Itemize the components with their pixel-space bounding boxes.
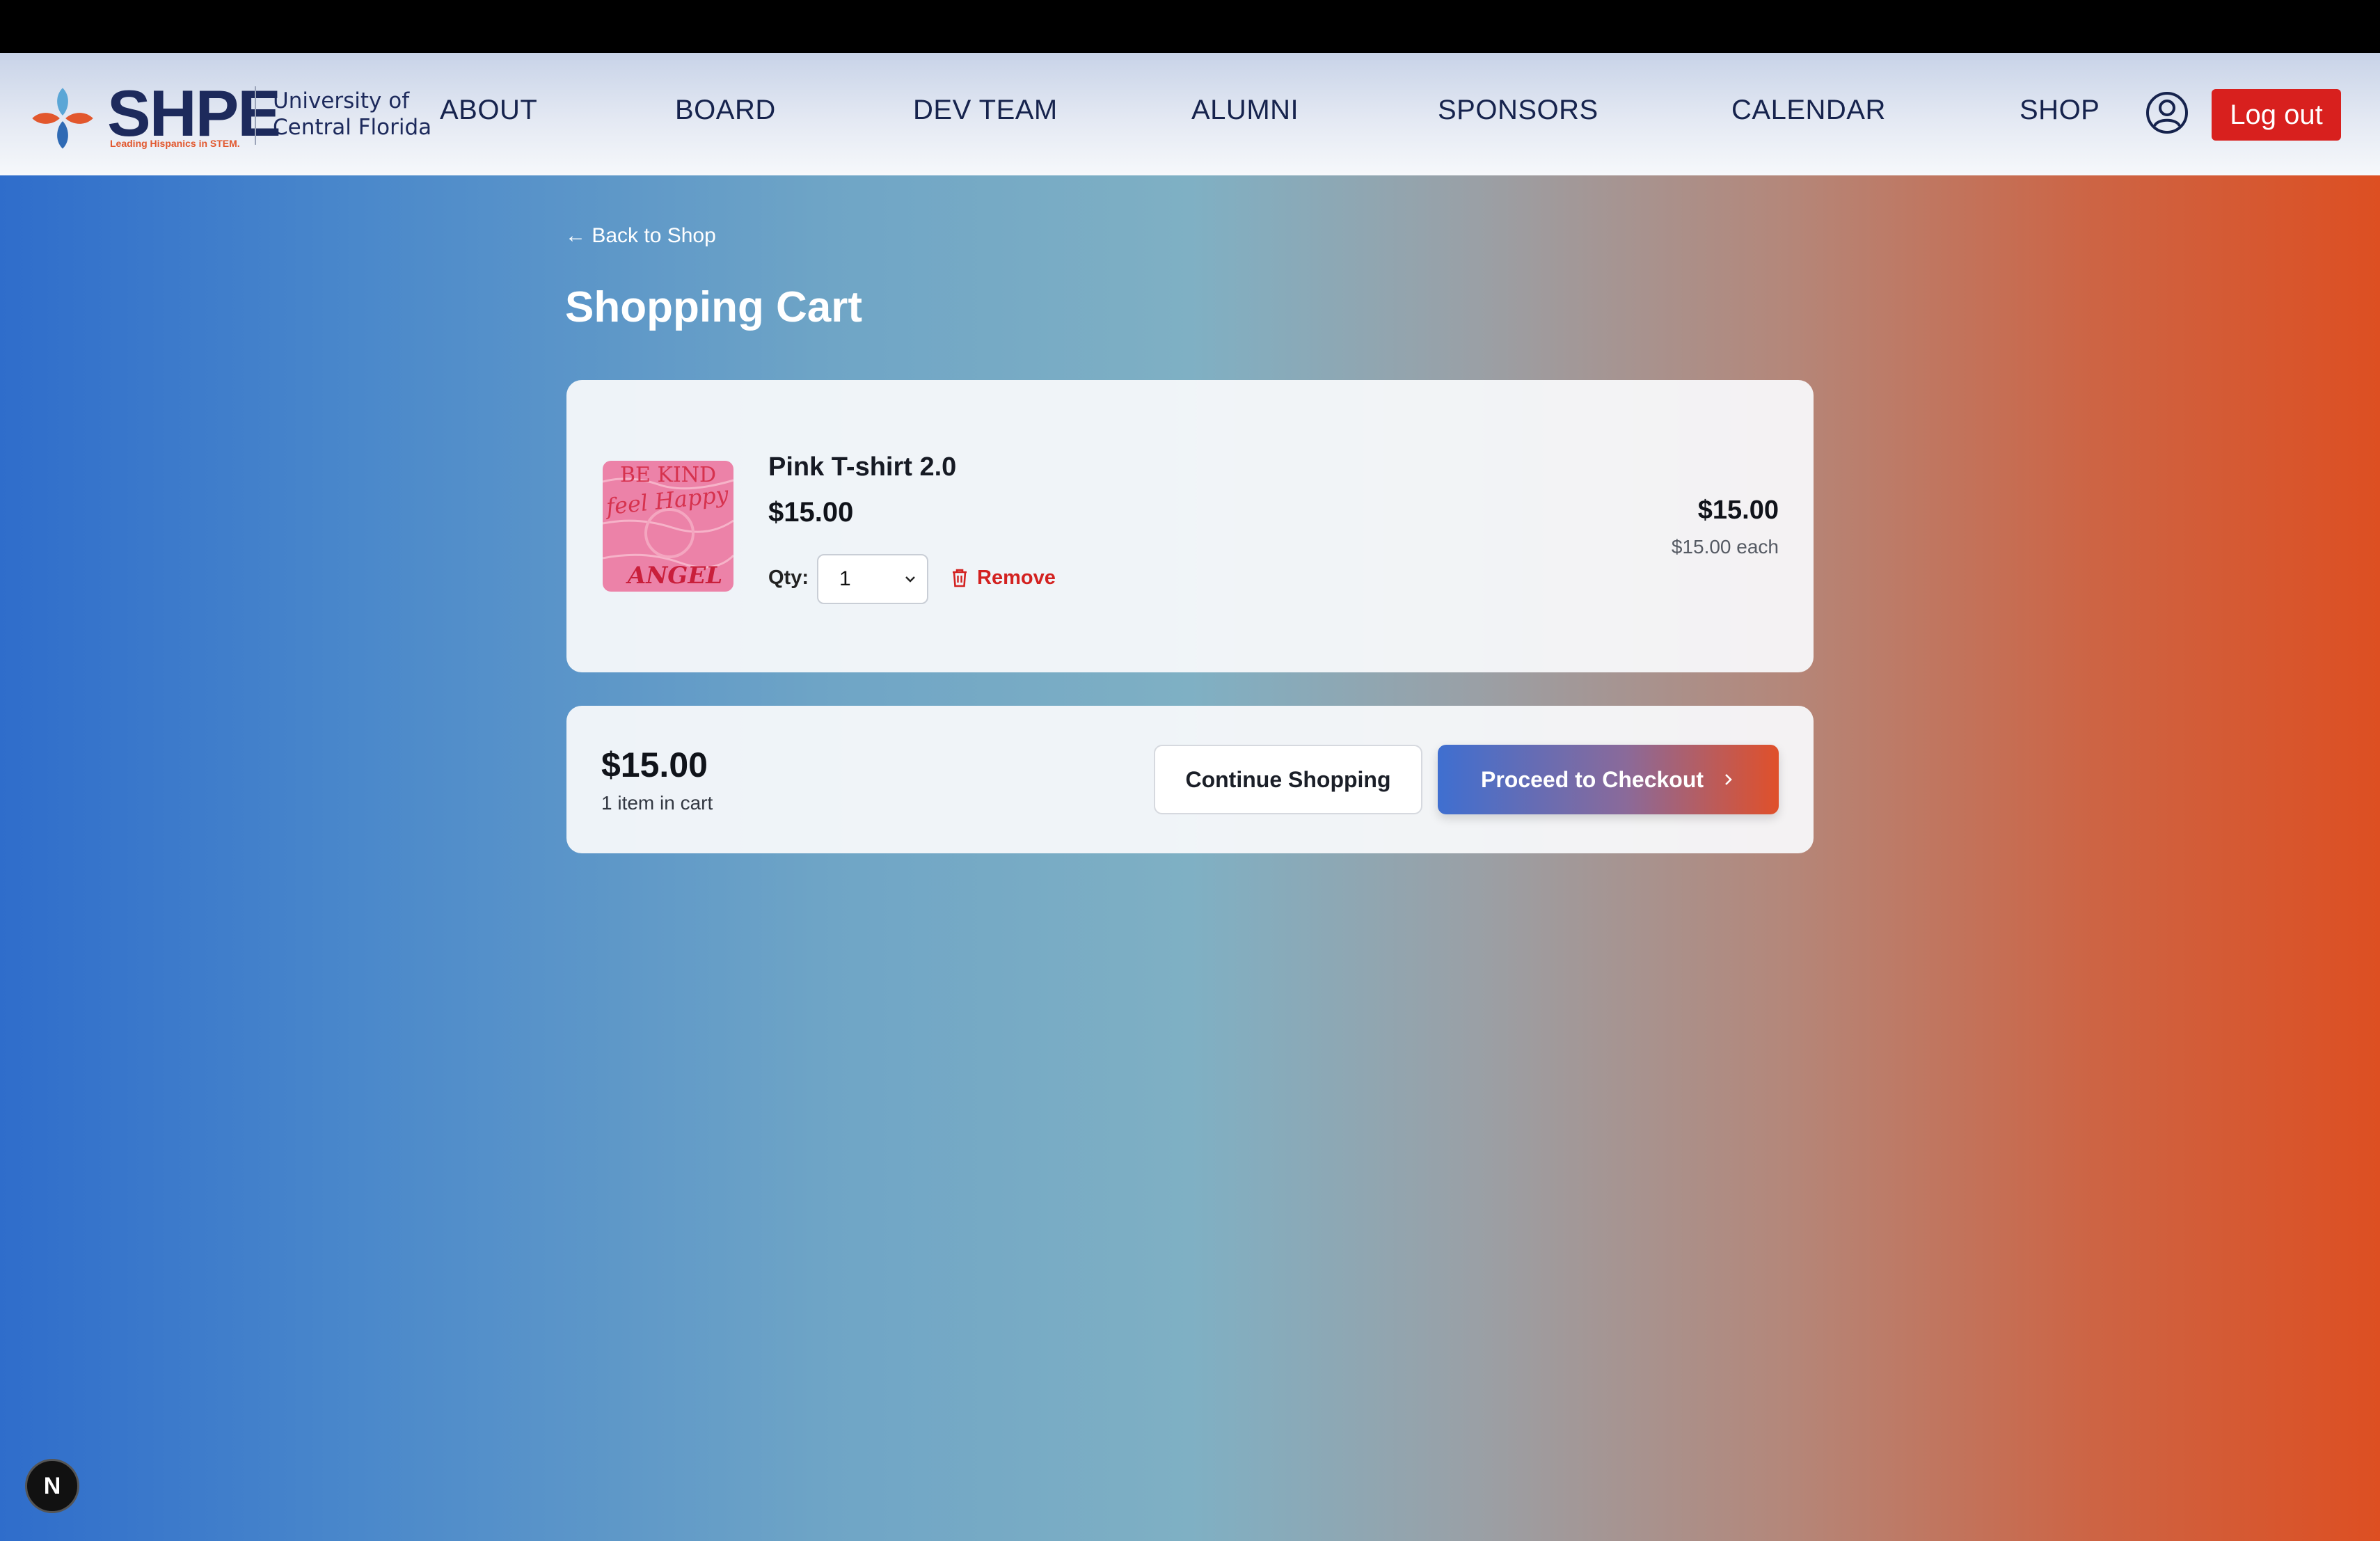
navbar: SHPE Leading Hispanics in STEM. Universi… — [0, 53, 2380, 175]
nav-link-calendar[interactable]: CALENDAR — [1731, 95, 1886, 126]
quantity-select[interactable]: 1 — [817, 554, 928, 604]
line-total: $15.00 — [1697, 496, 1779, 525]
user-circle-icon[interactable] — [2145, 90, 2189, 135]
product-price: $15.00 — [768, 497, 854, 528]
product-thumbnail[interactable]: BE KIND feel Happy ANGEL — [603, 461, 733, 592]
product-name[interactable]: Pink T-shirt 2.0 — [768, 452, 956, 482]
continue-shopping-button[interactable]: Continue Shopping — [1154, 745, 1422, 814]
nav-link-board[interactable]: BOARD — [675, 95, 776, 126]
cart-total: $15.00 — [601, 745, 708, 784]
thumbnail-text-bottom: ANGEL — [626, 562, 722, 590]
remove-label: Remove — [977, 566, 1056, 589]
logo-university-line2: Central Florida — [273, 115, 432, 140]
logo-tagline: Leading Hispanics in STEM. — [110, 138, 240, 149]
chevron-right-icon — [1725, 774, 1732, 785]
page-title: Shopping Cart — [565, 283, 863, 331]
shpe-logo[interactable]: SHPE Leading Hispanics in STEM. Universi… — [26, 77, 431, 150]
unit-price: $15.00 each — [1671, 536, 1779, 558]
proceed-to-checkout-button[interactable]: Proceed to Checkout — [1438, 745, 1779, 814]
chevron-down-icon — [905, 576, 915, 583]
trash-icon — [953, 569, 967, 587]
browser-top-bar — [0, 0, 2380, 53]
nav-link-sponsors[interactable]: SPONSORS — [1438, 95, 1598, 126]
back-to-shop-link[interactable]: ← Back to Shop — [565, 224, 716, 248]
quantity-label: Qty: — [768, 567, 809, 589]
nav-link-alumni[interactable]: ALUMNI — [1191, 95, 1299, 126]
cart-summary-card: $15.00 1 item in cart Continue Shopping … — [566, 706, 1814, 853]
nav-link-shop[interactable]: SHOP — [2020, 95, 2100, 126]
checkout-label: Proceed to Checkout — [1480, 766, 1704, 792]
logo-university: University of Central Florida — [273, 88, 431, 141]
logo-university-line1: University of — [273, 88, 410, 113]
cart-item-count: 1 item in cart — [601, 792, 713, 814]
nav-link-about[interactable]: ABOUT — [440, 95, 537, 126]
quantity-value: 1 — [839, 567, 851, 590]
logout-button[interactable]: Log out — [2212, 89, 2341, 141]
shpe-logo-icon — [32, 88, 93, 149]
logo-divider — [255, 86, 256, 145]
nav-link-dev-team[interactable]: DEV TEAM — [913, 95, 1058, 126]
dev-tools-badge[interactable]: N — [25, 1459, 79, 1513]
logo-wordmark: SHPE — [107, 77, 281, 150]
cart-item-card: BE KIND feel Happy ANGEL Pink T-shirt 2.… — [566, 380, 1814, 672]
product-thumbnail-image: BE KIND feel Happy ANGEL — [603, 461, 733, 592]
remove-button[interactable]: Remove — [951, 564, 1056, 592]
